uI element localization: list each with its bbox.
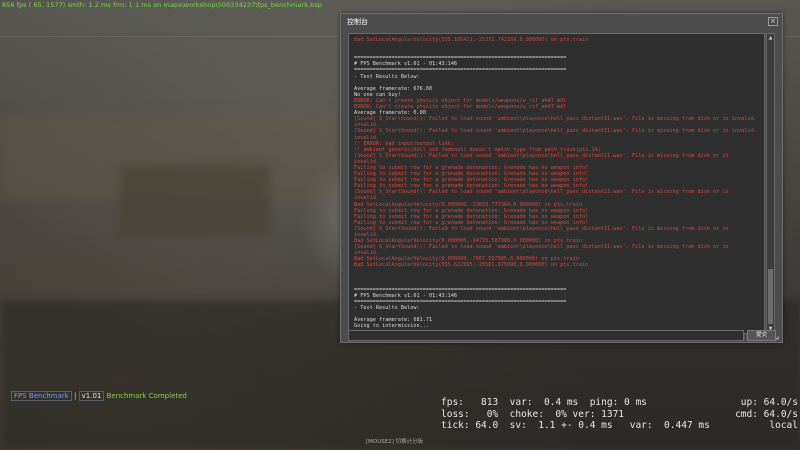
netgraph-rates: up: 64.0/s cmd: 64.0/s local bbox=[735, 397, 798, 431]
console-output[interactable]: Bad SetLocalAngularVelocity(555.166411,-… bbox=[348, 33, 765, 334]
benchmark-name: FPS Benchmark bbox=[11, 391, 72, 401]
console-title: 控制台 bbox=[347, 18, 368, 26]
benchmark-version: v1.01 bbox=[78, 391, 105, 401]
console-line: [Sound] S_StartSound(): Failed to load s… bbox=[354, 189, 729, 196]
scoreboard-hint: [MOUSE2] 切换计分板 bbox=[366, 439, 424, 445]
resize-grip-icon[interactable]: ◢ bbox=[775, 335, 781, 341]
console-line: [Sound] S_StartSound(): Failed to load s… bbox=[354, 225, 729, 232]
scrollbar-thumb[interactable] bbox=[768, 269, 773, 324]
console-line: [Sound] S_StartSound(): Failed to load s… bbox=[354, 116, 757, 123]
console-titlebar[interactable]: 控制台 × bbox=[341, 14, 782, 30]
close-icon[interactable]: × bbox=[768, 17, 778, 26]
benchmark-status-bar: FPS Benchmark | v1.01 Benchmark Complete… bbox=[11, 391, 187, 401]
console-input[interactable] bbox=[348, 330, 744, 341]
netgraph-stats: fps: 813 var: 0.4 ms ping: 0 ms loss: 0%… bbox=[441, 397, 710, 431]
submit-button[interactable]: 提交 bbox=[747, 330, 776, 341]
map-fps-status: 856 fps ( 65, 1577) smth: 1.2 ms frm: 1.… bbox=[2, 1, 322, 9]
benchmark-status: Benchmark Completed bbox=[106, 392, 187, 400]
console-line: [Sound] S_StartSound(): Failed to load s… bbox=[354, 128, 757, 135]
console-scrollbar[interactable]: ▲ ▼ bbox=[766, 33, 775, 334]
benchmark-separator: | bbox=[74, 392, 77, 400]
console-window[interactable]: 控制台 × Bad SetLocalAngularVelocity(555.16… bbox=[340, 13, 783, 343]
console-line: [Sound] S_StartSound(): Failed to load s… bbox=[354, 244, 729, 251]
console-line: [Sound] S_StartSound(): Failed to load s… bbox=[354, 152, 729, 159]
background-crates bbox=[120, 165, 270, 235]
scroll-up-icon[interactable]: ▲ bbox=[767, 34, 774, 42]
